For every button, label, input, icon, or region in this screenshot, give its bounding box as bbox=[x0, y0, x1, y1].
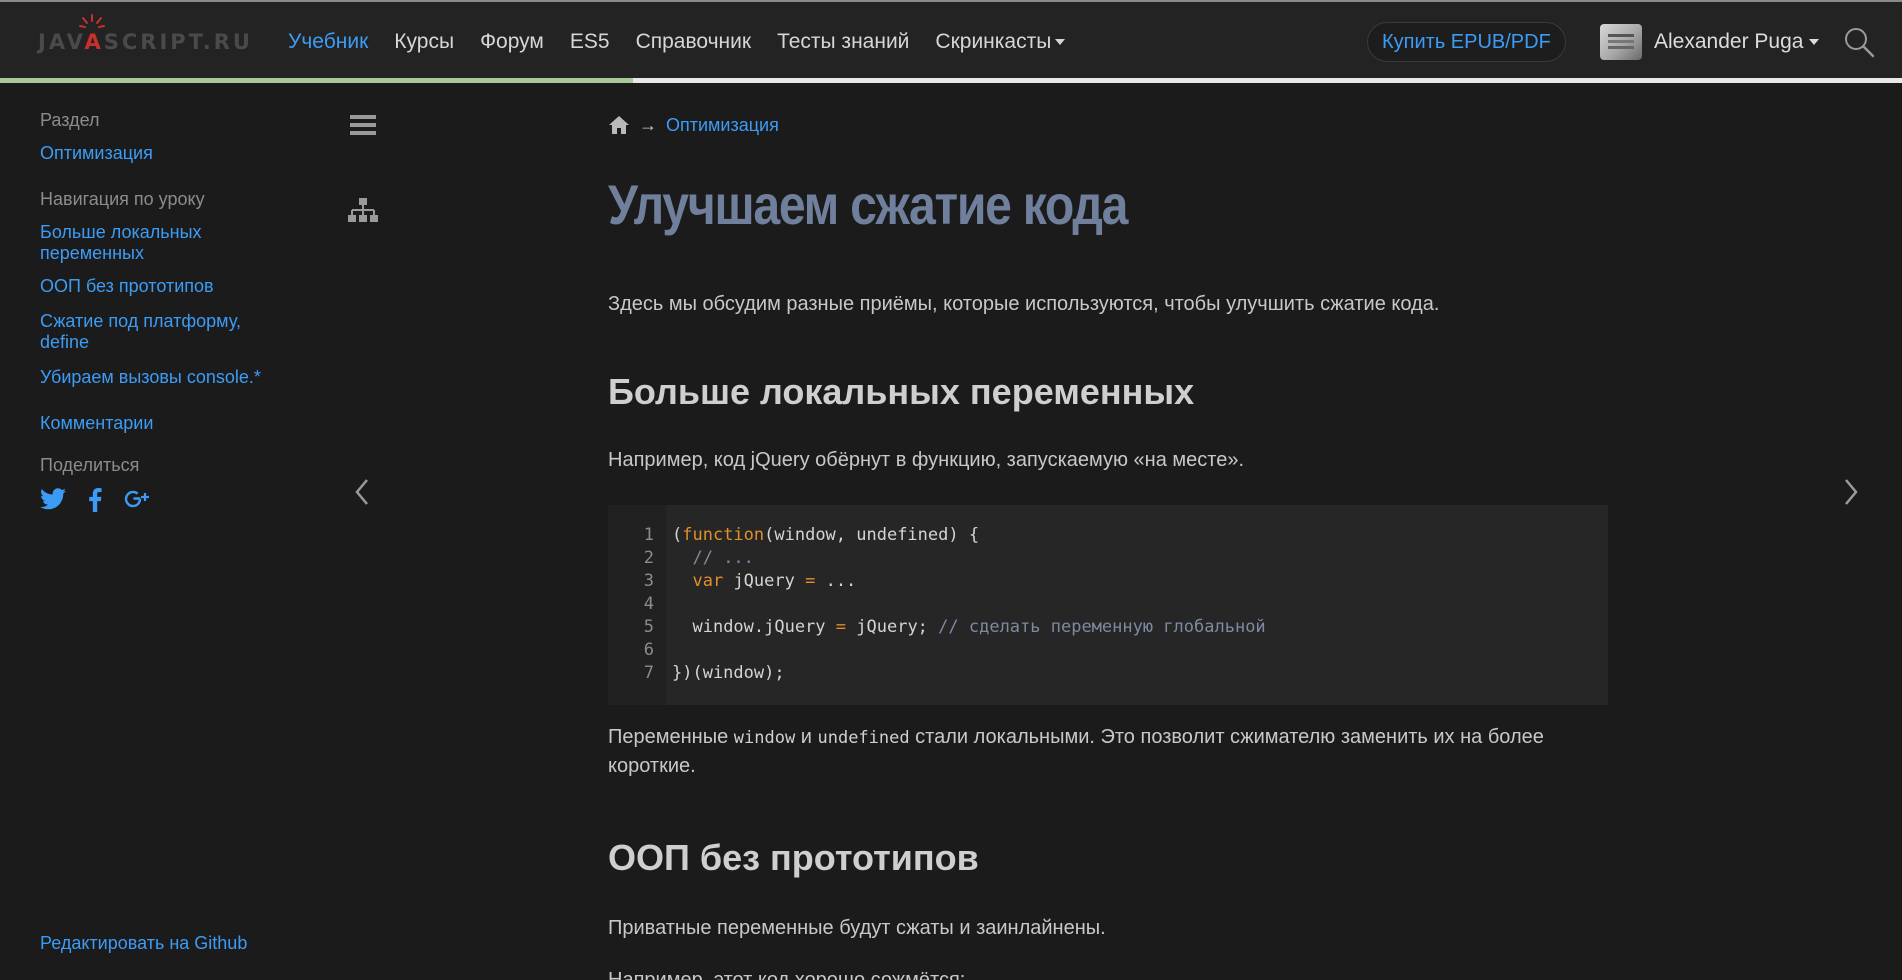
top-bar: JAVASCRIPT.RU Учебник Курсы Форум ES5 Сп… bbox=[0, 0, 1902, 78]
code-block: 1 2 3 4 5 6 7 (function(window, undefine… bbox=[608, 505, 1608, 705]
code-line: var jQuery = ... bbox=[692, 571, 857, 591]
line-number: 6 bbox=[643, 640, 654, 660]
twitter-icon[interactable] bbox=[40, 488, 66, 517]
private-vars-paragraph: Приватные переменные будут сжаты и заинл… bbox=[608, 917, 1106, 939]
chevron-right-icon[interactable] bbox=[1843, 478, 1859, 506]
reading-progress-bar bbox=[0, 78, 1902, 83]
reading-progress-fill bbox=[0, 78, 634, 83]
google-plus-icon[interactable] bbox=[124, 488, 150, 517]
line-number: 2 bbox=[643, 548, 654, 568]
sitemap-icon[interactable] bbox=[348, 198, 378, 226]
nav-item-reference[interactable]: Справочник bbox=[636, 30, 752, 54]
nav-item-courses[interactable]: Курсы bbox=[394, 30, 454, 54]
chevron-down-icon bbox=[1809, 39, 1820, 45]
intro-paragraph: Здесь мы обсудим разные приёмы, которые … bbox=[608, 293, 1440, 315]
sidebar: Раздел Оптимизация Навигация по уроку Бо… bbox=[40, 110, 290, 517]
nav-item-quizzes[interactable]: Тесты знаний bbox=[777, 30, 909, 54]
page-title: Улучшаем сжатие кода bbox=[608, 173, 1128, 236]
nav-item-es5[interactable]: ES5 bbox=[570, 30, 610, 54]
chevron-down-icon bbox=[1055, 39, 1066, 46]
line-number: 3 bbox=[643, 571, 654, 591]
nav-item-screencasts-label: Скринкасты bbox=[935, 30, 1052, 53]
breadcrumb-link[interactable]: Оптимизация bbox=[666, 115, 779, 136]
line-number: 4 bbox=[643, 594, 654, 614]
sidebar-item-oop[interactable]: ООП без прототипов bbox=[40, 276, 290, 297]
sidebar-item-local-vars[interactable]: Больше локальных переменных bbox=[40, 222, 230, 264]
line-number: 7 bbox=[643, 663, 654, 683]
line-number: 5 bbox=[643, 617, 654, 637]
sidebar-section-link[interactable]: Оптимизация bbox=[40, 143, 290, 164]
nav-item-screencasts[interactable]: Скринкасты bbox=[935, 30, 1066, 54]
section-heading-oop: ООП без прототипов bbox=[608, 837, 979, 878]
logo-text-accent: A bbox=[84, 30, 104, 54]
nav-item-tutorial[interactable]: Учебник bbox=[288, 30, 368, 54]
home-icon[interactable] bbox=[608, 115, 630, 135]
inline-code-window: window bbox=[733, 728, 796, 748]
share-icons bbox=[40, 488, 290, 517]
user-name: Alexander Puga bbox=[1654, 30, 1804, 53]
search-icon[interactable] bbox=[1843, 26, 1875, 58]
chevron-left-icon[interactable] bbox=[354, 478, 370, 506]
code-line: window.jQuery = jQuery; // сделать перем… bbox=[692, 617, 1266, 637]
sidebar-share-heading: Поделиться bbox=[40, 455, 140, 475]
code-line: // ... bbox=[692, 548, 754, 568]
main-nav: Учебник Курсы Форум ES5 Справочник Тесты… bbox=[288, 30, 1091, 54]
facebook-icon[interactable] bbox=[88, 488, 102, 517]
section-heading-local-vars: Больше локальных переменных bbox=[608, 371, 1195, 412]
logo-text-part1: JAV bbox=[38, 30, 85, 54]
cut-off-paragraph: Например, этот код хорошо сожмётся: bbox=[608, 969, 966, 980]
breadcrumb-arrow: → bbox=[639, 114, 657, 135]
buy-epub-pdf-button[interactable]: Купить EPUB/PDF bbox=[1367, 22, 1566, 62]
sidebar-item-console[interactable]: Убираем вызовы console.* bbox=[40, 367, 290, 388]
code-line: })(window); bbox=[672, 663, 785, 683]
menu-icon[interactable] bbox=[350, 114, 376, 136]
code-line-numbers: 1 2 3 4 5 6 7 bbox=[608, 505, 666, 705]
sidebar-comments-link[interactable]: Комментарии bbox=[40, 413, 290, 434]
edit-on-github-link[interactable]: Редактировать на Github bbox=[40, 933, 247, 954]
inline-code-undefined: undefined bbox=[817, 728, 910, 748]
sidebar-nav-heading: Навигация по уроку bbox=[40, 189, 205, 209]
avatar bbox=[1600, 24, 1642, 60]
breadcrumb: → Оптимизация bbox=[608, 112, 1608, 138]
sidebar-item-platform[interactable]: Сжатие под платформу, define bbox=[40, 311, 260, 353]
example-paragraph: Например, код jQuery обёрнут в функцию, … bbox=[608, 449, 1245, 471]
code-line: (function(window, undefined) { bbox=[672, 525, 980, 545]
nav-item-forum[interactable]: Форум bbox=[480, 30, 544, 54]
line-number: 1 bbox=[643, 525, 654, 545]
user-menu[interactable]: Alexander Puga bbox=[1600, 22, 1820, 62]
code-content: (function(window, undefined) { // ... va… bbox=[666, 505, 1266, 705]
logo-text-part2: SCRIPT.RU bbox=[103, 30, 253, 54]
sidebar-section-heading: Раздел bbox=[40, 110, 100, 130]
site-logo[interactable]: JAVASCRIPT.RU bbox=[38, 30, 253, 54]
after-code-paragraph: Переменные window и undefined стали лока… bbox=[608, 726, 1544, 777]
article: → Оптимизация Улучшаем сжатие кода Здесь… bbox=[608, 112, 1608, 980]
